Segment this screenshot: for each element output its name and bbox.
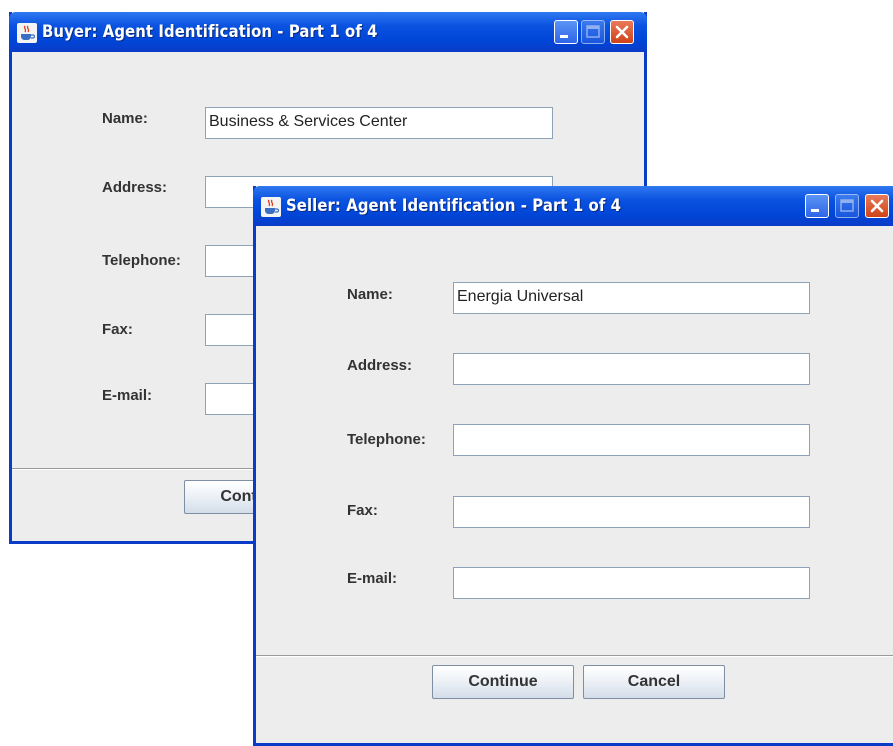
minimize-icon bbox=[811, 209, 819, 212]
seller-address-field[interactable] bbox=[453, 353, 810, 385]
seller-window-title: Seller: Agent Identification - Part 1 of… bbox=[286, 196, 622, 215]
maximize-button[interactable] bbox=[835, 194, 859, 218]
maximize-icon bbox=[840, 199, 854, 212]
seller-name-label: Name: bbox=[347, 286, 393, 303]
seller-email-field[interactable] bbox=[453, 567, 810, 599]
seller-cancel-button[interactable]: Cancel bbox=[583, 665, 725, 699]
seller-fax-field[interactable] bbox=[453, 496, 810, 528]
buyer-name-label: Name: bbox=[102, 110, 148, 127]
java-coffee-cup-icon[interactable] bbox=[17, 23, 37, 43]
close-icon bbox=[615, 25, 629, 39]
close-button[interactable] bbox=[865, 194, 889, 218]
seller-email-label: E-mail: bbox=[347, 570, 398, 587]
buyer-name-field[interactable]: Business & Services Center bbox=[205, 107, 553, 139]
minimize-button[interactable] bbox=[805, 194, 829, 218]
buyer-window-title: Buyer: Agent Identification - Part 1 of … bbox=[42, 22, 378, 41]
maximize-button[interactable] bbox=[581, 20, 605, 44]
buyer-titlebar[interactable]: Buyer: Agent Identification - Part 1 of … bbox=[9, 12, 647, 52]
minimize-button[interactable] bbox=[554, 20, 578, 44]
seller-continue-button[interactable]: Continue bbox=[432, 665, 574, 699]
seller-window: Seller: Agent Identification - Part 1 of… bbox=[253, 186, 893, 746]
buyer-fax-label: Fax: bbox=[102, 321, 133, 338]
java-coffee-cup-icon[interactable] bbox=[261, 197, 281, 217]
buyer-address-label: Address: bbox=[102, 179, 168, 196]
buyer-telephone-label: Telephone: bbox=[102, 252, 181, 269]
buyer-email-label: E-mail: bbox=[102, 387, 153, 404]
seller-titlebar[interactable]: Seller: Agent Identification - Part 1 of… bbox=[253, 186, 893, 226]
seller-telephone-field[interactable] bbox=[453, 424, 810, 456]
seller-button-divider bbox=[256, 655, 893, 657]
seller-telephone-label: Telephone: bbox=[347, 431, 426, 448]
seller-address-label: Address: bbox=[347, 357, 413, 374]
close-button[interactable] bbox=[610, 20, 634, 44]
close-icon bbox=[870, 199, 884, 213]
seller-name-field[interactable]: Energia Universal bbox=[453, 282, 810, 314]
minimize-icon bbox=[560, 35, 568, 38]
seller-fax-label: Fax: bbox=[347, 502, 378, 519]
maximize-icon bbox=[586, 25, 600, 38]
